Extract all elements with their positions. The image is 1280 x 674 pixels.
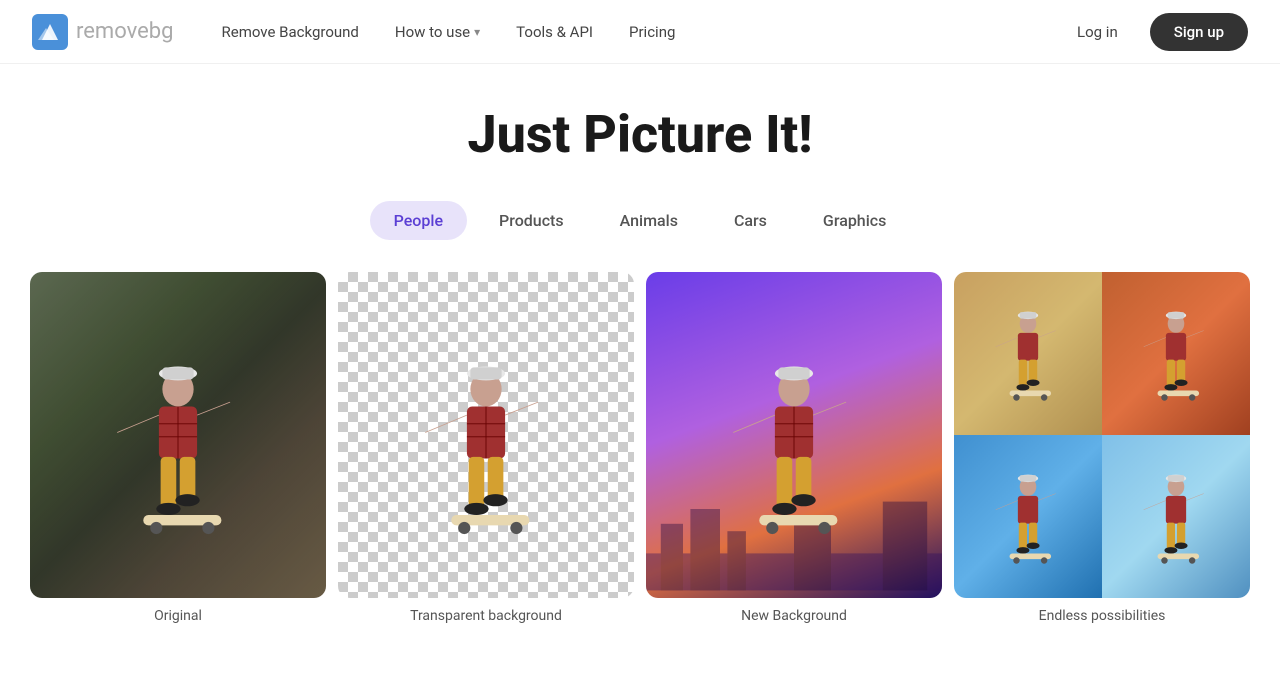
nav-pricing[interactable]: Pricing bbox=[613, 15, 691, 49]
new-bg-image bbox=[646, 272, 942, 598]
skater-q3 bbox=[969, 459, 1087, 597]
endless-grid bbox=[954, 272, 1250, 598]
showcase-grid: Original bbox=[30, 272, 1250, 624]
transparent-label: Transparent background bbox=[410, 608, 562, 624]
nav-tools-api[interactable]: Tools & API bbox=[500, 15, 609, 49]
nav-how-to-use[interactable]: How to use ▾ bbox=[379, 15, 496, 49]
new-bg-label: New Background bbox=[741, 608, 847, 624]
skater-q1 bbox=[969, 296, 1087, 434]
login-button[interactable]: Log in bbox=[1057, 15, 1138, 49]
tab-graphics[interactable]: Graphics bbox=[799, 201, 910, 240]
logo[interactable]: removebg bbox=[32, 14, 174, 50]
signup-button[interactable]: Sign up bbox=[1150, 13, 1248, 51]
skater-q4 bbox=[1117, 459, 1235, 597]
original-bg bbox=[30, 272, 326, 598]
showcase-endless-image bbox=[954, 272, 1250, 598]
skater-q2 bbox=[1117, 296, 1235, 434]
chevron-down-icon: ▾ bbox=[474, 25, 480, 39]
main-content: Just Picture It! People Products Animals… bbox=[0, 64, 1280, 664]
showcase-original: Original bbox=[30, 272, 326, 624]
nav-links: Remove Background How to use ▾ Tools & A… bbox=[206, 15, 1058, 49]
nav-actions: Log in Sign up bbox=[1057, 13, 1248, 51]
skater-original-silhouette bbox=[74, 337, 281, 597]
tab-people[interactable]: People bbox=[370, 201, 467, 240]
showcase-original-image bbox=[30, 272, 326, 598]
endless-q4 bbox=[1102, 435, 1250, 598]
endless-q2 bbox=[1102, 272, 1250, 435]
logo-icon bbox=[32, 14, 68, 50]
category-tabs: People Products Animals Cars Graphics bbox=[370, 201, 911, 240]
showcase-new-bg: New Background bbox=[646, 272, 942, 624]
nav-remove-background[interactable]: Remove Background bbox=[206, 15, 375, 49]
showcase-transparent-image bbox=[338, 272, 634, 598]
skater-new-bg-silhouette bbox=[690, 337, 897, 597]
logo-text: removebg bbox=[76, 19, 174, 44]
original-label: Original bbox=[154, 608, 202, 624]
endless-q1 bbox=[954, 272, 1102, 435]
tab-cars[interactable]: Cars bbox=[710, 201, 791, 240]
endless-q3 bbox=[954, 435, 1102, 598]
tab-animals[interactable]: Animals bbox=[596, 201, 702, 240]
transparent-bg bbox=[338, 272, 634, 598]
navbar: removebg Remove Background How to use ▾ … bbox=[0, 0, 1280, 64]
tab-products[interactable]: Products bbox=[475, 201, 588, 240]
endless-label: Endless possibilities bbox=[1039, 608, 1166, 624]
showcase-endless: Endless possibilities bbox=[954, 272, 1250, 624]
showcase-new-bg-image bbox=[646, 272, 942, 598]
hero-title: Just Picture It! bbox=[467, 104, 812, 165]
showcase-transparent: Transparent background bbox=[338, 272, 634, 624]
skater-transparent-silhouette bbox=[382, 337, 589, 597]
